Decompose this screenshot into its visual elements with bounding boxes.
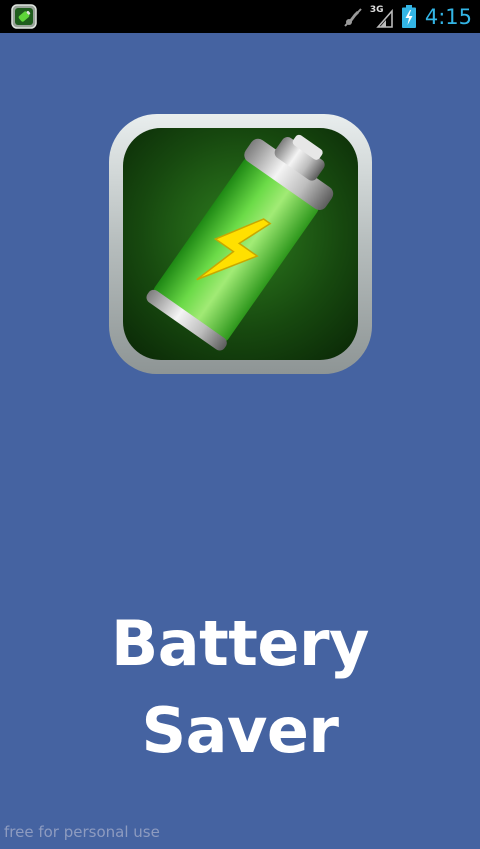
status-icons: 3G 4:15	[342, 0, 472, 33]
watermark-text: free for personal use	[4, 823, 160, 841]
app-title-line2: Saver	[141, 694, 339, 767]
mute-icon	[342, 6, 364, 28]
app-title-line1: Battery	[111, 607, 369, 680]
status-bar: 3G 4:15	[0, 0, 480, 33]
battery-saver-app-icon	[107, 112, 374, 376]
app-notification-icon	[11, 4, 37, 29]
battery-charging-icon	[401, 5, 416, 28]
signal-3g-icon: 3G	[370, 5, 396, 29]
clock: 4:15	[424, 4, 472, 29]
